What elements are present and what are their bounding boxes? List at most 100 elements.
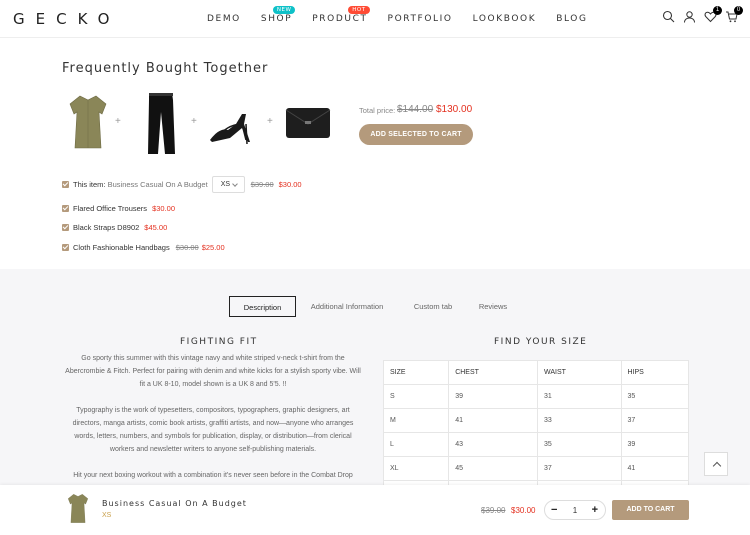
this-item-label: This item: — [73, 179, 106, 189]
tab-reviews[interactable]: Reviews — [473, 296, 513, 317]
cart-icon[interactable]: 0 — [725, 6, 743, 23]
main-nav: DEMO SHOP NEW PRODUCT HOT PORTFOLIO LOOKBO… — [207, 6, 608, 24]
table-row: L 43 35 39 — [382, 432, 690, 457]
wishlist-count: 1 — [713, 6, 722, 15]
item-new-price: $30.00 — [152, 203, 176, 213]
item-name[interactable]: Business Casual On A Budget — [108, 180, 208, 189]
column-header: CHEST — [448, 360, 538, 385]
tab-additional-information[interactable]: Additional Information — [303, 296, 391, 317]
item-name[interactable]: Cloth Fashionable Handbags — [73, 243, 170, 252]
tab-custom[interactable]: Custom tab — [408, 296, 458, 317]
table-cell: S — [382, 384, 450, 409]
search-icon[interactable] — [662, 10, 675, 23]
nav-label: PRODUCT — [312, 14, 368, 24]
fbt-item-row: Black Straps D8902 $45.00 — [62, 219, 167, 235]
fbt-title: Frequently Bought Together — [62, 61, 269, 76]
quantity-increase-button[interactable]: + — [592, 504, 598, 516]
description-paragraph: Hit your next boxing workout with a comb… — [73, 472, 353, 479]
scroll-to-top-button[interactable] — [704, 452, 728, 476]
nav-item-demo[interactable]: DEMO — [207, 14, 241, 24]
nav-item-shop[interactable]: SHOP NEW — [260, 6, 296, 24]
item-old-price: $39.00 — [250, 179, 274, 189]
product-image-handbag[interactable] — [282, 90, 334, 156]
table-row: XL 45 37 41 — [382, 456, 690, 481]
fbt-item-row: Flared Office Trousers $30.00 — [62, 200, 175, 216]
table-cell: 39 — [448, 384, 538, 409]
item-checkbox[interactable] — [62, 223, 69, 231]
nav-label: SHOP — [260, 14, 293, 24]
nav-label: BLOG — [556, 14, 588, 24]
column-header: WAIST — [537, 360, 622, 385]
sticky-product-size[interactable]: XS — [102, 512, 111, 519]
table-cell: 37 — [537, 456, 622, 481]
header-icons: 1 0 — [662, 6, 743, 23]
table-cell: 41 — [448, 408, 538, 433]
add-to-cart-button[interactable]: ADD TO CART — [612, 500, 689, 520]
plus-sign: + — [267, 116, 273, 127]
item-checkbox[interactable] — [62, 180, 69, 188]
table-cell: 43 — [448, 432, 538, 457]
add-selected-to-cart-button[interactable]: ADD SELECTED TO CART — [359, 124, 473, 145]
table-cell: 33 — [537, 408, 622, 433]
table-cell: 31 — [537, 384, 622, 409]
site-logo[interactable]: GECKO — [13, 10, 120, 28]
quantity-stepper: − 1 + — [544, 500, 606, 520]
plus-sign: + — [191, 116, 197, 127]
item-checkbox[interactable] — [62, 204, 69, 212]
plus-sign: + — [115, 116, 121, 127]
table-cell: M — [382, 408, 450, 433]
cart-count: 0 — [734, 6, 743, 15]
size-guide-heading: FIND YOUR SIZE — [494, 337, 588, 347]
sticky-old-price: $39.00 — [481, 506, 506, 515]
table-row: S 39 31 35 — [382, 384, 690, 409]
table-header-row: SIZE CHEST WAIST HIPS — [382, 360, 690, 385]
table-cell: L — [382, 432, 450, 457]
site-header: GECKO DEMO SHOP NEW PRODUCT HOT PORTFOLIO … — [0, 0, 750, 38]
item-new-price: $30.00 — [278, 179, 302, 189]
hot-badge: HOT — [348, 6, 370, 14]
table-cell: 39 — [620, 432, 690, 457]
fbt-item-row: This item: Business Casual On A Budget X… — [62, 175, 302, 193]
total-new-price: $130.00 — [436, 104, 473, 115]
item-new-price: $45.00 — [144, 222, 168, 232]
table-cell: 35 — [620, 384, 690, 409]
size-guide-table: SIZE CHEST WAIST HIPS S 39 31 35 M 41 33… — [382, 360, 690, 505]
product-image-heels[interactable] — [206, 90, 258, 156]
total-old-price: $144.00 — [397, 104, 434, 115]
sticky-product-thumbnail — [63, 491, 93, 527]
nav-label: DEMO — [207, 14, 241, 24]
sticky-add-to-cart-bar: Business Casual On A Budget XS $39.00 $3… — [0, 485, 750, 535]
product-image-trousers[interactable] — [138, 90, 190, 156]
user-icon[interactable] — [683, 10, 696, 23]
fbt-item-row: Cloth Fashionable Handbags $30.00 $25.00 — [62, 239, 225, 255]
description-heading: FIGHTING FIT — [180, 337, 258, 347]
tab-description[interactable]: Description — [229, 296, 296, 317]
table-cell: 41 — [620, 456, 690, 481]
column-header: HIPS — [620, 360, 690, 385]
nav-label: PORTFOLIO — [387, 14, 453, 24]
item-name[interactable]: Black Straps D8902 — [73, 223, 139, 232]
item-checkbox[interactable] — [62, 243, 69, 251]
description-paragraph: Typography is the work of typesetters, c… — [72, 407, 354, 453]
table-cell: 35 — [537, 432, 622, 457]
total-price-label: Total price: — [359, 106, 396, 115]
description-paragraph: Go sporty this summer with this vintage … — [65, 355, 361, 388]
heart-icon[interactable]: 1 — [704, 6, 722, 23]
fbt-products: + + + — [62, 90, 352, 156]
table-cell: XL — [382, 456, 450, 481]
item-new-price: $25.00 — [201, 242, 225, 252]
item-name[interactable]: Flared Office Trousers — [73, 204, 147, 213]
sticky-new-price: $30.00 — [511, 506, 536, 515]
nav-item-portfolio[interactable]: PORTFOLIO — [388, 14, 453, 24]
table-cell: 45 — [448, 456, 538, 481]
column-header: SIZE — [382, 360, 450, 385]
table-cell: 37 — [620, 408, 690, 433]
nav-item-product[interactable]: PRODUCT HOT — [312, 6, 370, 24]
nav-label: LOOKBOOK — [472, 14, 537, 24]
nav-item-blog[interactable]: BLOG — [556, 14, 587, 24]
product-image-dress[interactable] — [62, 90, 114, 156]
new-badge: NEW — [272, 6, 296, 14]
size-select[interactable]: XS — [211, 175, 245, 193]
nav-item-lookbook[interactable]: LOOKBOOK — [473, 14, 537, 24]
sticky-product-name: Business Casual On A Budget — [102, 499, 247, 508]
